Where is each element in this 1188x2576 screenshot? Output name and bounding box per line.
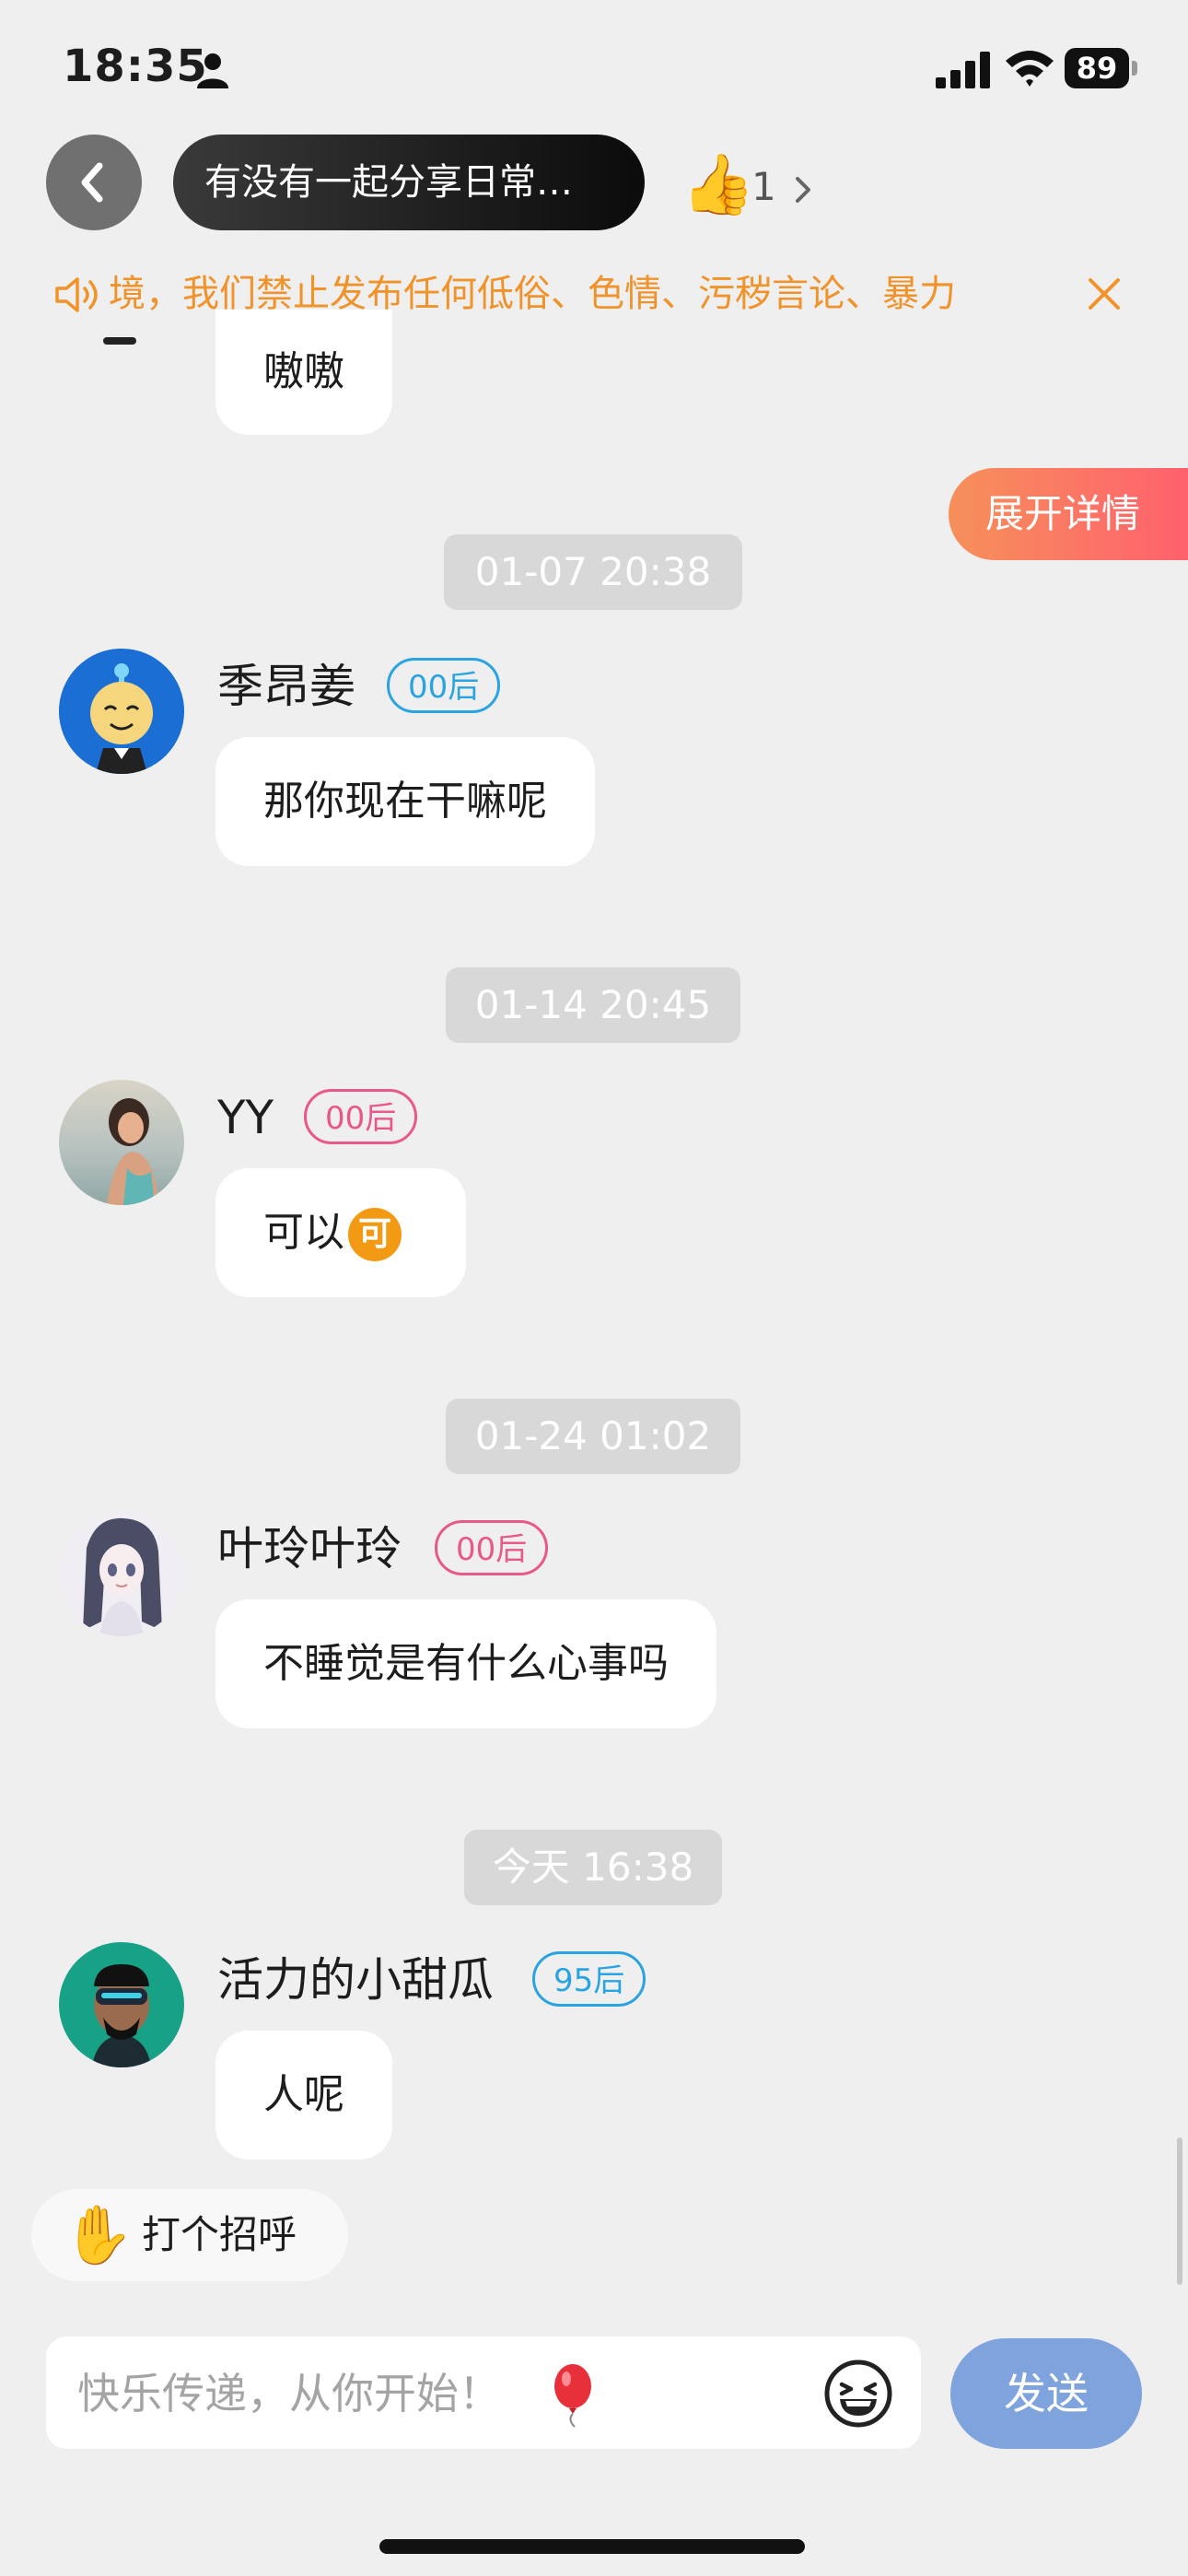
speaker-icon (55, 277, 98, 312)
timestamp: 01-07 20:38 (444, 534, 742, 610)
partial-avatar-edge (103, 337, 136, 345)
sender-name: 叶玲叶玲 (217, 1522, 402, 1575)
avatar[interactable] (59, 1942, 184, 2067)
age-tag: 95后 (532, 1951, 646, 2007)
age-tag: 00后 (304, 1089, 418, 1144)
topic-title[interactable]: 有没有一起分享日常… (173, 135, 645, 230)
expand-details-button[interactable]: 展开详情 (949, 468, 1188, 560)
message-bubble: 嗷嗷 (215, 310, 392, 435)
sender-name: 活力的小甜瓜 (217, 1953, 494, 2007)
person-icon (197, 53, 228, 88)
greet-button[interactable]: ✋ 打个招呼 (31, 2189, 348, 2281)
like-count[interactable]: 1 (751, 164, 776, 209)
avatar[interactable] (59, 649, 184, 774)
home-indicator[interactable] (379, 2539, 805, 2554)
greet-label: 打个招呼 (142, 2212, 297, 2257)
message-bubble: 不睡觉是有什么心事吗 (215, 1599, 716, 1728)
message-bubble: 人呢 (215, 2031, 392, 2160)
signal-icon (936, 52, 990, 88)
scrollbar[interactable] (1177, 2137, 1182, 2285)
avatar[interactable] (59, 1080, 184, 1205)
wifi-icon (1006, 51, 1054, 87)
balloon-icon (554, 2364, 591, 2428)
waving-hand-icon: ✋ (63, 2201, 134, 2268)
age-tag: 00后 (387, 658, 501, 713)
ke-emoji-icon: 可 (348, 1208, 402, 1261)
thumbs-up-icon[interactable]: 👍 (681, 153, 755, 217)
sender-name: YY (217, 1091, 274, 1144)
age-tag: 00后 (435, 1520, 549, 1575)
battery-icon: 89 (1065, 48, 1138, 88)
battery-level: 89 (1065, 48, 1129, 88)
chevron-right-icon[interactable] (788, 171, 818, 208)
message-input-placeholder[interactable]: 快乐传递，从你开始！ (77, 2366, 501, 2421)
close-icon[interactable] (1083, 273, 1125, 315)
timestamp: 01-14 20:45 (446, 967, 740, 1043)
status-time: 18:35 (63, 41, 208, 92)
emoji-icon[interactable] (823, 2359, 893, 2429)
back-button[interactable] (46, 135, 142, 230)
timestamp: 01-24 01:02 (446, 1399, 740, 1474)
timestamp: 今天 16:38 (464, 1830, 722, 1905)
message-bubble: 那你现在干嘛呢 (215, 737, 595, 866)
send-button[interactable]: 发送 (950, 2338, 1142, 2449)
chevron-left-icon (81, 162, 103, 203)
avatar[interactable] (59, 1511, 184, 1636)
message-bubble: 可以可 (215, 1168, 466, 1297)
sender-name: 季昂姜 (217, 660, 355, 713)
message-text: 可以 (263, 1209, 344, 1256)
